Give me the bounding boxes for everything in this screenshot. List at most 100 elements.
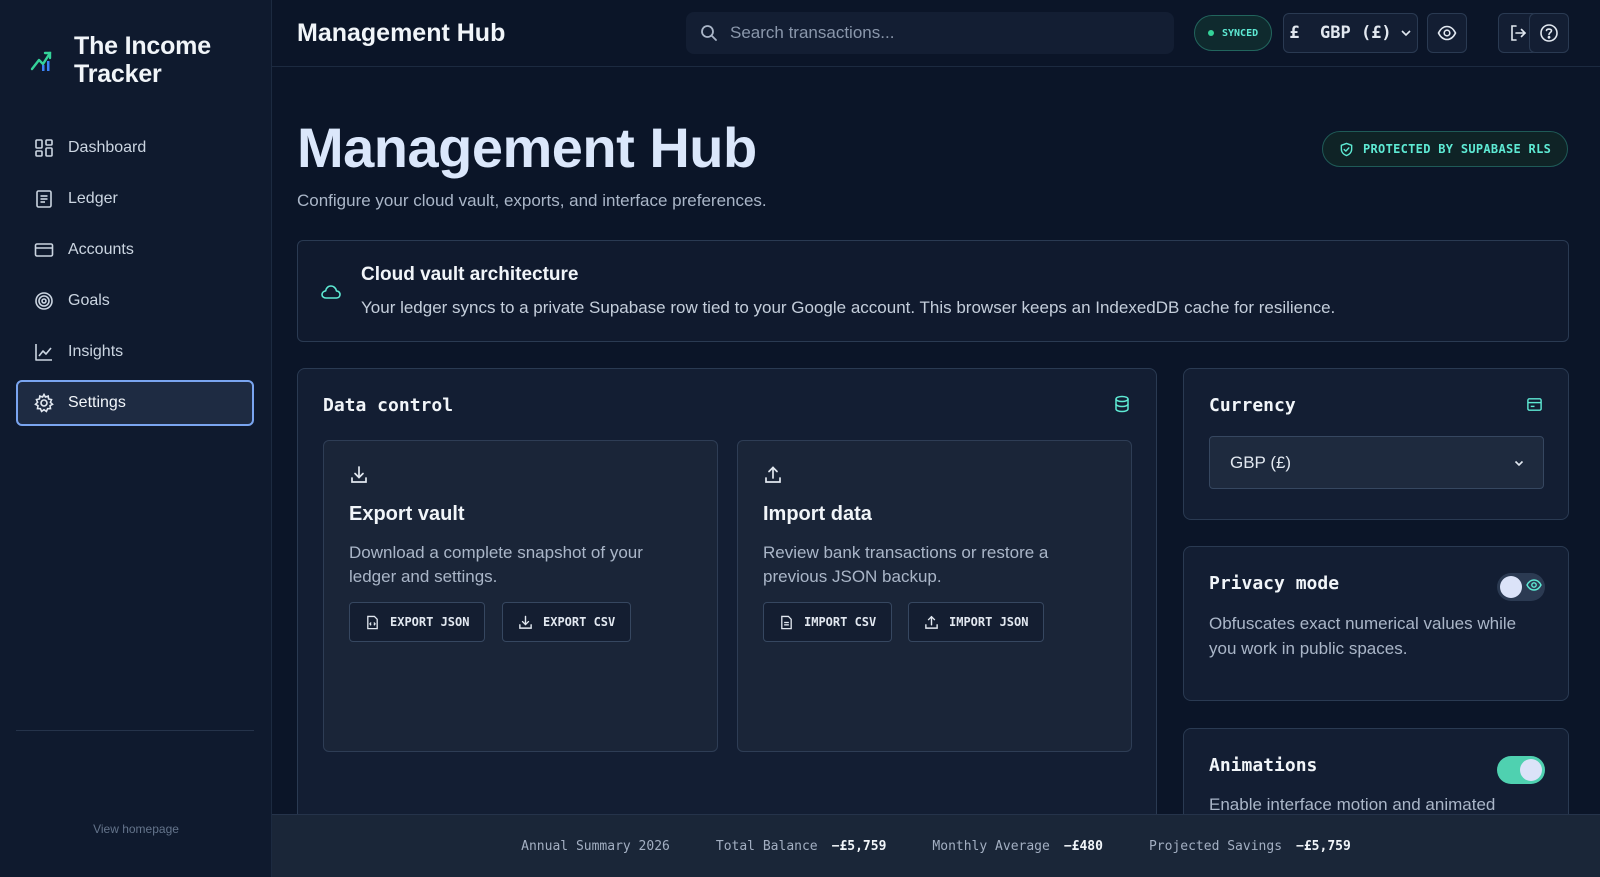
monthly-average-label: Monthly Average (932, 838, 1050, 854)
animations-card: Animations Enable interface motion and a… (1183, 728, 1569, 814)
page-subtitle: Configure your cloud vault, exports, and… (297, 191, 767, 210)
annual-summary-bar: Annual Summary 2026 Total Balance −£5,759… (272, 814, 1600, 877)
import-data-panel: Import data Review bank transactions or … (737, 440, 1132, 752)
help-button[interactable] (1529, 13, 1569, 53)
export-vault-description: Download a complete snapshot of your led… (349, 543, 643, 586)
privacy-mode-description: Obfuscates exact numerical values while … (1209, 614, 1517, 658)
eye-icon (1437, 25, 1457, 41)
import-json-label: IMPORT JSON (949, 615, 1029, 629)
sidebar-item-settings[interactable]: Settings (16, 380, 254, 426)
import-csv-label: IMPORT CSV (804, 615, 877, 629)
sidebar-item-label: Settings (68, 394, 126, 411)
projected-savings-value: −£5,759 (1296, 838, 1351, 854)
wallet-icon (1527, 398, 1542, 411)
sidebar-item-label: Accounts (68, 241, 134, 258)
sidebar-item-goals[interactable]: Goals (16, 278, 254, 324)
projected-savings-stat: Projected Savings −£5,759 (1149, 839, 1351, 854)
rls-protection-badge: PROTECTED BY SUPABASE RLS (1322, 131, 1569, 167)
dashboard-icon (35, 139, 53, 157)
trend-logo-icon (24, 42, 60, 78)
currency-switcher[interactable]: £ GBP (£) (1283, 13, 1418, 53)
file-code-icon (367, 615, 378, 629)
card-icon (34, 243, 54, 257)
privacy-toggle-button[interactable] (1427, 13, 1467, 53)
cloud-icon (321, 285, 341, 299)
status-dot-icon (1208, 30, 1214, 36)
summary-label: Annual Summary 2026 (521, 838, 670, 854)
sidebar-item-label: Ledger (68, 190, 118, 207)
import-data-title: Import data (763, 503, 872, 525)
total-balance-value: −£5,759 (831, 838, 887, 854)
monthly-average-value: −£480 (1063, 838, 1103, 854)
brand-name-line1: The Income (74, 32, 211, 60)
currency-select[interactable]: GBP (£) (1209, 436, 1544, 489)
chevron-down-icon (1514, 460, 1524, 466)
chevron-down-icon (1401, 30, 1411, 37)
total-balance-stat: Total Balance −£5,759 (716, 839, 887, 854)
sidebar-item-label: Dashboard (68, 139, 147, 156)
animations-toggle[interactable] (1497, 756, 1545, 784)
database-icon (1115, 395, 1129, 413)
sidebar-item-insights[interactable]: Insights (16, 329, 254, 375)
sidebar-item-accounts[interactable]: Accounts (16, 227, 254, 273)
search-bar[interactable] (686, 12, 1174, 54)
sync-status-label: SYNCED (1222, 27, 1259, 39)
sidebar-item-ledger[interactable]: Ledger (16, 176, 254, 222)
sidebar-divider (16, 730, 254, 731)
export-json-button[interactable]: EXPORT JSON (349, 602, 486, 642)
help-icon (1540, 24, 1558, 42)
total-balance-label: Total Balance (715, 838, 818, 854)
page-title: Management Hub (297, 116, 757, 179)
sidebar-item-label: Insights (68, 343, 124, 360)
brand-name: The Income Tracker (74, 32, 211, 88)
sidebar-item-dashboard[interactable]: Dashboard (16, 125, 254, 171)
animations-title: Animations (1209, 755, 1318, 776)
eye-icon (1526, 579, 1542, 591)
sidebar-nav: Dashboard Ledger Accounts Goals Insights… (16, 125, 254, 431)
data-control-title: Data control (323, 395, 454, 416)
toggle-knob (1500, 576, 1522, 598)
search-icon (701, 25, 717, 41)
export-vault-title: Export vault (349, 503, 465, 525)
sync-status-badge: SYNCED (1194, 15, 1273, 51)
brand-name-line2: Tracker (74, 60, 162, 88)
logout-icon (1511, 25, 1527, 41)
header-title: Management Hub (297, 19, 506, 47)
animations-description: Enable interface motion and animated (1209, 795, 1496, 814)
sidebar-item-label: Goals (68, 292, 110, 309)
export-csv-button[interactable]: EXPORT CSV (502, 602, 632, 642)
search-input[interactable] (730, 23, 1150, 43)
currency-card: Currency GBP (£) (1183, 368, 1569, 520)
view-homepage-link[interactable]: View homepage (0, 822, 272, 836)
currency-switcher-label: £ GBP (£) (1289, 23, 1392, 43)
privacy-mode-card: Privacy mode Obfuscates exact numerical … (1183, 546, 1569, 701)
file-text-icon (781, 615, 792, 629)
chart-line-icon (35, 344, 52, 361)
download-icon (519, 615, 532, 629)
brand[interactable]: The Income Tracker (24, 32, 211, 88)
sidebar: The Income Tracker Dashboard Ledger Acco… (0, 0, 272, 877)
vault-description: Your ledger syncs to a private Supabase … (361, 298, 1336, 317)
download-icon (351, 466, 367, 483)
gear-icon (34, 393, 54, 413)
export-csv-label: EXPORT CSV (543, 615, 616, 629)
monthly-average-stat: Monthly Average −£480 (932, 839, 1103, 854)
shield-check-icon (1340, 142, 1353, 156)
ledger-icon (36, 190, 52, 208)
import-csv-button[interactable]: IMPORT CSV (763, 602, 893, 642)
import-data-description: Review bank transactions or restore a pr… (763, 543, 1049, 586)
import-json-button[interactable]: IMPORT JSON (908, 602, 1045, 642)
data-control-card: Data control Export vault Download a com… (297, 368, 1157, 814)
privacy-mode-title: Privacy mode (1209, 573, 1340, 594)
rls-badge-label: PROTECTED BY SUPABASE RLS (1363, 142, 1552, 156)
projected-savings-label: Projected Savings (1148, 838, 1283, 854)
vault-title: Cloud vault architecture (361, 264, 579, 285)
export-vault-panel: Export vault Download a complete snapsho… (323, 440, 718, 752)
main-content: Management Hub Configure your cloud vaul… (272, 67, 1600, 814)
upload-icon (925, 615, 938, 629)
toggle-knob (1520, 759, 1542, 781)
currency-select-value: GBP (£) (1230, 452, 1292, 472)
currency-card-title: Currency (1209, 395, 1296, 416)
target-icon (35, 292, 53, 310)
privacy-mode-toggle[interactable] (1497, 573, 1545, 601)
